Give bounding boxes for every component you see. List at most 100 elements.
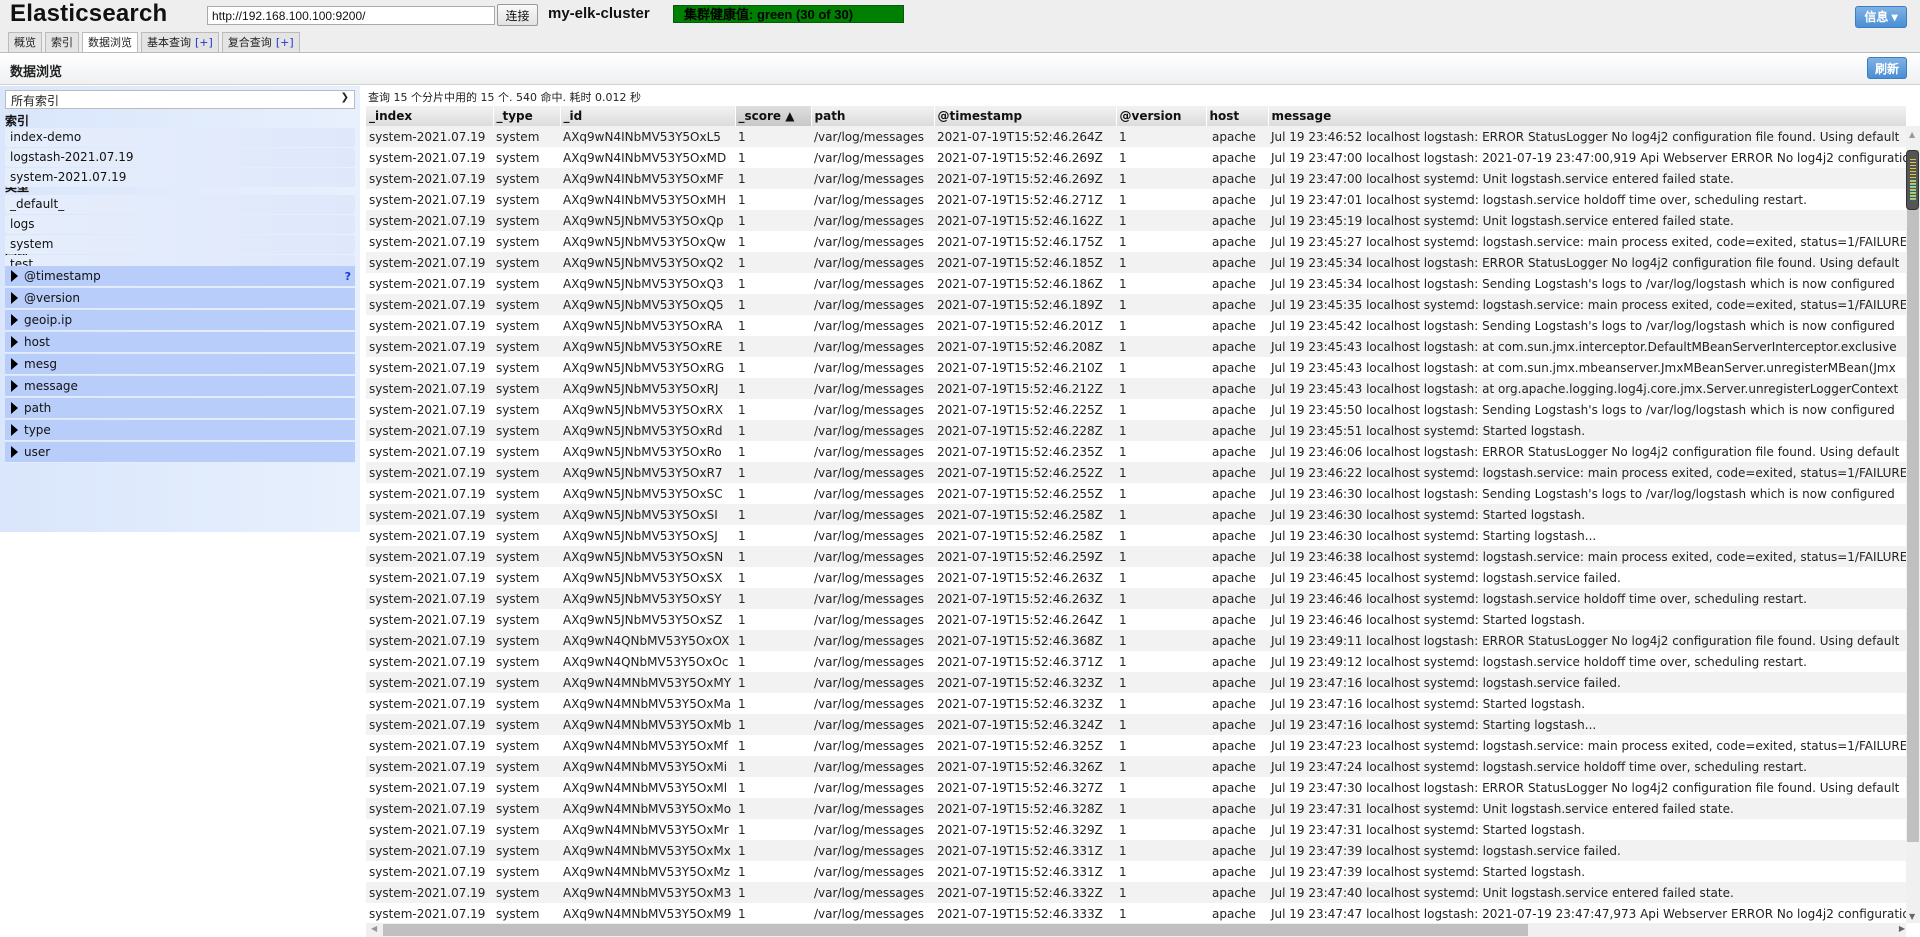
field-item-path[interactable]: path — [5, 398, 355, 419]
table-row[interactable]: system-2021.07.19 system AXq9wN4MNbMV53Y5O… — [366, 714, 1906, 735]
table-row[interactable]: system-2021.07.19 system AXq9wN4INbMV53Y5O… — [366, 126, 1906, 147]
field-item-geoipip[interactable]: geoip.ip — [5, 310, 355, 331]
index-select[interactable]: 所有索引 ❯ — [5, 90, 355, 109]
table-row[interactable]: system-2021.07.19 system AXq9wN5JNbMV53Y5O… — [366, 399, 1906, 420]
add-tab-icon[interactable]: [+] — [276, 36, 294, 49]
table-row[interactable]: system-2021.07.19 system AXq9wN4INbMV53Y5O… — [366, 168, 1906, 189]
table-row[interactable]: system-2021.07.19 system AXq9wN5JNbMV53Y5O… — [366, 357, 1906, 378]
expand-arrow-icon[interactable] — [11, 446, 18, 458]
scrollbar-thumb[interactable] — [383, 924, 1528, 936]
scrollbar-thumb[interactable] — [1907, 150, 1919, 842]
connect-button[interactable]: 连接 — [497, 4, 538, 26]
table-row[interactable]: system-2021.07.19 system AXq9wN4QNbMV53Y5O… — [366, 630, 1906, 651]
expand-arrow-icon[interactable] — [11, 358, 18, 370]
type-item[interactable]: _default_ — [5, 195, 355, 214]
table-row[interactable]: system-2021.07.19 system AXq9wN5JNbMV53Y5O… — [366, 567, 1906, 588]
column-header-timestamp[interactable]: @timestamp — [934, 106, 1117, 126]
expand-arrow-icon[interactable] — [11, 380, 18, 392]
cell-version: 1 — [1116, 504, 1206, 525]
column-header-score[interactable]: _score ▲ — [735, 106, 812, 126]
field-item-message[interactable]: message — [5, 376, 355, 397]
field-item-timestamp[interactable]: @timestamp? — [5, 266, 355, 287]
info-dropdown-button[interactable]: 信息 ▾ — [1855, 6, 1907, 28]
field-item-version[interactable]: @version — [5, 288, 355, 309]
table-row[interactable]: system-2021.07.19 system AXq9wN5JNbMV53Y5O… — [366, 420, 1906, 441]
cell-id: AXq9wN5JNbMV53Y5OxQ2 — [560, 252, 735, 273]
column-header-message[interactable]: message — [1268, 106, 1906, 126]
table-row[interactable]: system-2021.07.19 system AXq9wN4MNbMV53Y5O… — [366, 861, 1906, 882]
column-header-id[interactable]: _id — [560, 106, 736, 126]
table-row[interactable]: system-2021.07.19 system AXq9wN5JNbMV53Y5O… — [366, 462, 1906, 483]
field-item-host[interactable]: host — [5, 332, 355, 353]
table-row[interactable]: system-2021.07.19 system AXq9wN5JNbMV53Y5O… — [366, 525, 1906, 546]
table-row[interactable]: system-2021.07.19 system AXq9wN5JNbMV53Y5O… — [366, 210, 1906, 231]
expand-arrow-icon[interactable] — [11, 314, 18, 326]
index-item[interactable]: logstash-2021.07.19 — [5, 148, 355, 167]
scroll-right-arrow-icon[interactable]: ▶ — [1899, 924, 1905, 933]
field-item-user[interactable]: user — [5, 442, 355, 463]
column-header-host[interactable]: host — [1206, 106, 1269, 126]
type-item[interactable]: logs — [5, 215, 355, 234]
table-row[interactable]: system-2021.07.19 system AXq9wN5JNbMV53Y5O… — [366, 336, 1906, 357]
expand-arrow-icon[interactable] — [11, 292, 18, 304]
table-row[interactable]: system-2021.07.19 system AXq9wN4MNbMV53Y5O… — [366, 903, 1906, 923]
table-row[interactable]: system-2021.07.19 system AXq9wN5JNbMV53Y5O… — [366, 252, 1906, 273]
table-row[interactable]: system-2021.07.19 system AXq9wN5JNbMV53Y5O… — [366, 315, 1906, 336]
table-row[interactable]: system-2021.07.19 system AXq9wN4INbMV53Y5O… — [366, 147, 1906, 168]
refresh-button[interactable]: 刷新 — [1867, 57, 1907, 79]
table-row[interactable]: system-2021.07.19 system AXq9wN5JNbMV53Y5O… — [366, 378, 1906, 399]
column-header-path[interactable]: path — [811, 106, 935, 126]
scroll-grip-icon[interactable] — [1906, 150, 1919, 210]
type-item[interactable]: system — [5, 235, 355, 254]
table-row[interactable]: system-2021.07.19 system AXq9wN5JNbMV53Y5O… — [366, 231, 1906, 252]
cell-path: /var/log/messages — [811, 231, 934, 252]
field-item-type[interactable]: type — [5, 420, 355, 441]
table-row[interactable]: system-2021.07.19 system AXq9wN5JNbMV53Y5O… — [366, 273, 1906, 294]
table-row[interactable]: system-2021.07.19 system AXq9wN5JNbMV53Y5O… — [366, 588, 1906, 609]
table-row[interactable]: system-2021.07.19 system AXq9wN4MNbMV53Y5O… — [366, 756, 1906, 777]
table-row[interactable]: system-2021.07.19 system AXq9wN4INbMV53Y5O… — [366, 189, 1906, 210]
cell-host: apache — [1206, 147, 1268, 168]
table-row[interactable]: system-2021.07.19 system AXq9wN5JNbMV53Y5O… — [366, 441, 1906, 462]
cluster-url-input[interactable] — [207, 6, 495, 25]
table-row[interactable]: system-2021.07.19 system AXq9wN4MNbMV53Y5O… — [366, 777, 1906, 798]
column-header-type[interactable]: _type — [493, 106, 561, 126]
table-row[interactable]: system-2021.07.19 system AXq9wN4MNbMV53Y5O… — [366, 882, 1906, 903]
table-row[interactable]: system-2021.07.19 system AXq9wN5JNbMV53Y5O… — [366, 294, 1906, 315]
tab-basic-query[interactable]: 基本查询 [+] — [141, 32, 219, 53]
tab-indices[interactable]: 索引 — [45, 32, 79, 53]
index-item[interactable]: index-demo — [5, 128, 355, 147]
field-item-mesg[interactable]: mesg — [5, 354, 355, 375]
expand-arrow-icon[interactable] — [11, 424, 18, 436]
tab-data-browser[interactable]: 数据浏览 — [82, 32, 138, 54]
horizontal-scrollbar[interactable]: ◀ ▶ — [366, 923, 1906, 937]
help-icon[interactable]: ? — [345, 266, 351, 287]
table-row[interactable]: system-2021.07.19 system AXq9wN4MNbMV53Y5O… — [366, 672, 1906, 693]
table-row[interactable]: system-2021.07.19 system AXq9wN5JNbMV53Y5O… — [366, 609, 1906, 630]
table-row[interactable]: system-2021.07.19 system AXq9wN4MNbMV53Y5O… — [366, 819, 1906, 840]
tab-overview[interactable]: 概览 — [8, 32, 42, 53]
table-row[interactable]: system-2021.07.19 system AXq9wN4MNbMV53Y5O… — [366, 798, 1906, 819]
cell-version: 1 — [1116, 168, 1206, 189]
table-row[interactable]: system-2021.07.19 system AXq9wN4MNbMV53Y5O… — [366, 693, 1906, 714]
table-row[interactable]: system-2021.07.19 system AXq9wN5JNbMV53Y5O… — [366, 546, 1906, 567]
vertical-scrollbar[interactable]: ▲ ▼ — [1906, 126, 1920, 923]
column-header-index[interactable]: _index — [366, 106, 494, 126]
table-row[interactable]: system-2021.07.19 system AXq9wN4MNbMV53Y5O… — [366, 840, 1906, 861]
scroll-up-arrow-icon[interactable]: ▲ — [1909, 130, 1915, 139]
expand-arrow-icon[interactable] — [11, 270, 18, 282]
scroll-down-arrow-icon[interactable]: ▼ — [1909, 912, 1915, 921]
tab-compound-query[interactable]: 复合查询 [+] — [221, 32, 300, 53]
index-item[interactable]: system-2021.07.19 — [5, 168, 355, 187]
expand-arrow-icon[interactable] — [11, 402, 18, 414]
column-header-version[interactable]: @version — [1116, 106, 1207, 126]
cell-timestamp: 2021-07-19T15:52:46.269Z — [934, 147, 1116, 168]
expand-arrow-icon[interactable] — [11, 336, 18, 348]
table-row[interactable]: system-2021.07.19 system AXq9wN4QNbMV53Y5O… — [366, 651, 1906, 672]
table-row[interactable]: system-2021.07.19 system AXq9wN5JNbMV53Y5O… — [366, 483, 1906, 504]
table-row[interactable]: system-2021.07.19 system AXq9wN5JNbMV53Y5O… — [366, 504, 1906, 525]
add-tab-icon[interactable]: [+] — [195, 36, 213, 49]
table-row[interactable]: system-2021.07.19 system AXq9wN4MNbMV53Y5O… — [366, 735, 1906, 756]
cell-version: 1 — [1116, 420, 1206, 441]
scroll-left-arrow-icon[interactable]: ◀ — [371, 924, 377, 933]
